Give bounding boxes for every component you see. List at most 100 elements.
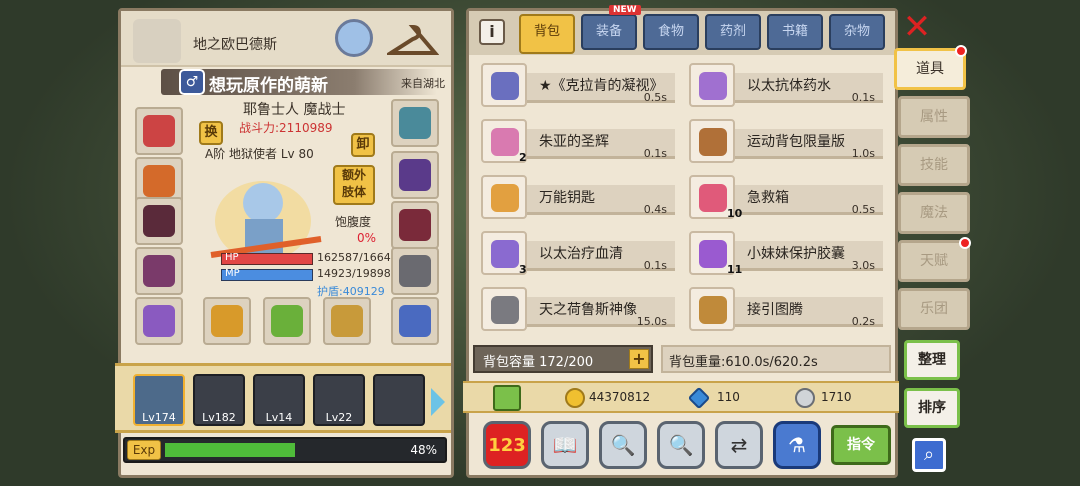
equip-slot-weapon[interactable] — [203, 297, 251, 345]
side-tab[interactable]: 道具 — [894, 45, 967, 90]
search-all-button[interactable]: 🔍 — [657, 421, 705, 469]
tidy-button[interactable]: 整理 — [904, 340, 960, 380]
item-name: 以太抗体药水 — [747, 78, 831, 94]
item-weight: 0.2s — [851, 315, 875, 328]
region-emblem-icon — [133, 19, 181, 63]
map-name: 地之欧巴德斯 — [193, 37, 277, 53]
item-name: 急救箱 — [747, 190, 789, 206]
tab-food[interactable]: 食物 — [643, 14, 699, 50]
inventory-item[interactable]: 万能钥匙 0.4s — [475, 173, 675, 219]
tab-equipment[interactable]: 装备 — [581, 14, 637, 50]
team-member[interactable]: Lv174 — [133, 374, 185, 426]
unequip-button[interactable]: 卸 — [351, 133, 375, 157]
inventory-item[interactable]: ★《克拉肯的凝视》 0.5s — [475, 61, 675, 107]
hp-value: 162587/1664 — [317, 251, 391, 264]
swap-arrows-icon: ⇄ — [715, 421, 763, 469]
item-grid: ★《克拉肯的凝视》 0.5s 以太抗体药水 0.1s 朱亚的圣辉 0.1s 2 运动背包限量版… — [475, 61, 891, 333]
item-name: 小妹妹保护胶囊 — [747, 246, 845, 262]
side-tab[interactable]: 技能 — [898, 144, 970, 186]
side-tab[interactable]: 魔法 — [898, 192, 970, 234]
extra-limb-button[interactable]: 额外 肢体 — [333, 165, 375, 205]
inventory-item[interactable]: 急救箱 0.5s 10 — [683, 173, 883, 220]
side-tab-label: 魔法 — [920, 205, 948, 221]
inventory-item[interactable]: 以太治疗血清 0.1s 3 — [475, 229, 675, 276]
capacity-box: 背包容量 172/200 + — [473, 345, 653, 373]
side-tab-label: 属性 — [920, 109, 948, 125]
equip-slot-armor[interactable] — [135, 247, 183, 295]
tab-bag[interactable]: 背包 — [519, 14, 575, 54]
item-slot — [689, 287, 735, 331]
search-icon[interactable]: ⌕ — [912, 438, 946, 472]
team-member-empty[interactable] — [373, 374, 425, 426]
equip-slot-offhand[interactable] — [263, 297, 311, 345]
book-button[interactable]: 📖 — [541, 421, 589, 469]
search-item-button[interactable]: 🔍 — [599, 421, 647, 469]
item-quantity: 2 — [519, 151, 527, 164]
item-name: 接引图腾 — [747, 302, 803, 318]
team-member[interactable]: Lv22 — [313, 374, 365, 426]
equip-slot-gloves[interactable] — [391, 151, 439, 199]
mp-value: 14923/19898 — [317, 267, 391, 280]
item-slot — [689, 119, 735, 163]
item-slot — [481, 63, 527, 107]
inventory-item[interactable]: 运动背包限量版 1.0s — [683, 117, 883, 163]
currency-bar: 44370812 110 1710 — [463, 381, 899, 413]
exp-fill — [165, 443, 295, 457]
item-name: 天之荷鲁斯神像 — [539, 302, 637, 318]
item-icon — [699, 184, 727, 212]
notification-dot — [955, 45, 967, 57]
side-tab[interactable]: 乐团 — [898, 288, 970, 330]
side-tab[interactable]: 属性 — [898, 96, 970, 138]
download-icon[interactable] — [493, 385, 521, 411]
command-button[interactable]: 指令 — [831, 425, 891, 465]
item-weight: 0.1s — [643, 259, 667, 272]
exchange-button[interactable]: ⇄ — [715, 421, 763, 469]
close-icon[interactable]: ✕ — [900, 10, 934, 46]
equip-slot-cloak[interactable] — [135, 197, 183, 245]
equip-slot-boots[interactable] — [391, 247, 439, 295]
inventory-item[interactable]: 接引图腾 0.2s — [683, 285, 883, 331]
exp-label: Exp — [127, 440, 161, 460]
equip-slot-belt[interactable] — [391, 201, 439, 249]
teleport-icon[interactable] — [335, 19, 373, 57]
numbered-list-button[interactable]: 123 — [483, 421, 531, 469]
alchemy-button[interactable]: ⚗ — [773, 421, 821, 469]
gold-coin-icon — [565, 388, 585, 408]
equip-slot-ring[interactable] — [135, 297, 183, 345]
ring-icon — [143, 305, 175, 337]
item-quantity: 10 — [727, 207, 743, 220]
male-icon: ♂ — [179, 69, 205, 95]
expand-capacity-button[interactable]: + — [629, 349, 649, 369]
robot-icon — [399, 305, 431, 337]
item-icon — [491, 72, 519, 100]
diamond-amount: 110 — [717, 390, 740, 404]
character-panel: 地之欧巴德斯 ♂ 想玩原作的萌新 来自湖北 耶鲁士人 魔战士 战斗力:21109… — [115, 8, 454, 478]
tab-misc[interactable]: 杂物 — [829, 14, 885, 50]
swap-button[interactable]: 换 — [199, 121, 223, 145]
equip-slot-pet[interactable] — [391, 297, 439, 345]
capacity-text: 背包容量 172/200 — [483, 355, 594, 370]
inventory-item[interactable]: 朱亚的圣辉 0.1s 2 — [475, 117, 675, 164]
next-arrow-icon[interactable] — [431, 388, 445, 416]
tab-potion[interactable]: 药剂 — [705, 14, 761, 50]
inventory-item[interactable]: 以太抗体药水 0.1s — [683, 61, 883, 107]
player-name: 想玩原作的萌新 — [209, 76, 328, 96]
player-origin: 来自湖北 — [401, 77, 445, 90]
necklace-icon — [143, 165, 175, 197]
team-member[interactable]: Lv14 — [253, 374, 305, 426]
bow-icon — [331, 305, 363, 337]
info-icon[interactable]: i — [479, 19, 505, 45]
hanger-icon[interactable] — [384, 23, 440, 57]
sort-button[interactable]: 排序 — [904, 388, 960, 428]
satiety-value: 0% — [357, 231, 377, 245]
armor-icon — [143, 255, 175, 287]
tab-books[interactable]: 书籍 — [767, 14, 823, 50]
inventory-item[interactable]: 天之荷鲁斯神像 15.0s — [475, 285, 675, 331]
inventory-item[interactable]: 小妹妹保护胶囊 3.0s 11 — [683, 229, 883, 276]
equip-slot-bow[interactable] — [323, 297, 371, 345]
equip-slot-charm[interactable] — [391, 99, 439, 147]
team-member[interactable]: Lv182 — [193, 374, 245, 426]
equip-slot-head[interactable] — [135, 107, 183, 155]
silver-amount: 1710 — [821, 390, 852, 404]
side-tab[interactable]: 天赋 — [898, 237, 971, 282]
